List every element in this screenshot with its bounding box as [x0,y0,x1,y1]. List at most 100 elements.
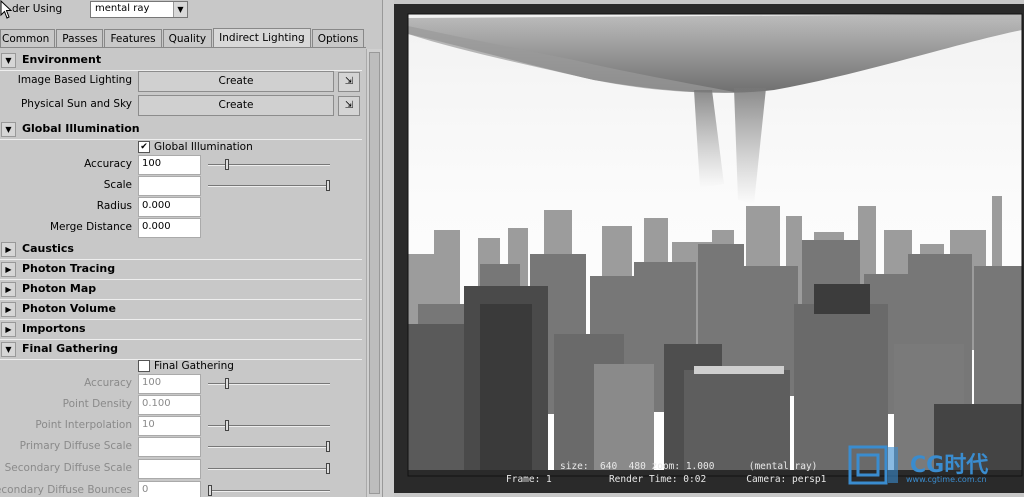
expand-triangle-icon[interactable]: ▶ [1,242,16,257]
slider-knob[interactable] [225,378,229,389]
row-fg-accuracy: Accuracy 100 [0,374,362,394]
connect-node-icon: ⇲ [344,76,354,87]
section-title: Photon Map [22,282,97,295]
section-photon-tracing[interactable]: ▶ Photon Tracing [0,261,362,280]
render-settings-panel: der Using mental ray ▼ Common Passes Fea… [0,0,382,497]
fg-secondary-diffuse-bounces-label: Secondary Diffuse Bounces [0,484,132,496]
section-title: Global Illumination [22,122,140,135]
indirect-lighting-content: ▼ Environment Image Based Lighting Creat… [0,49,364,497]
slider-knob[interactable] [208,485,212,496]
panel-scrollbar[interactable] [366,49,382,497]
render-stats-line-1: size: 640 480 zoom: 1.000 (mental ray) [560,461,818,472]
row-fg-point-interpolation: Point Interpolation 10 [0,416,362,436]
row-gi-accuracy: Accuracy 100 [0,155,362,175]
tab-features[interactable]: Features [104,29,162,48]
gi-merge-distance-field[interactable]: 0.000 [138,218,201,238]
fg-point-interpolation-label: Point Interpolation [35,419,132,431]
fg-point-density-label: Point Density [62,398,132,410]
row-physical-sun-sky: Physical Sun and Sky Create ⇲ [0,95,362,116]
connect-node-icon: ⇲ [344,100,354,111]
section-title: Photon Tracing [22,262,116,275]
gi-scale-swatch[interactable] [138,176,201,196]
section-title: Photon Volume [22,302,116,315]
row-gi-scale: Scale [0,176,362,196]
section-rule [0,339,362,340]
cgtime-logo-icon [848,445,898,485]
expand-triangle-icon[interactable]: ▶ [1,282,16,297]
fg-point-interpolation-field[interactable]: 10 [138,416,201,436]
tab-common[interactable]: Common [0,29,56,48]
ibl-create-button[interactable]: Create [138,71,334,92]
gi-accuracy-label: Accuracy [84,158,132,170]
fg-point-density-field[interactable]: 0.100 [138,395,201,415]
renderer-dropdown[interactable]: mental ray ▼ [90,1,188,18]
section-title: Importons [22,322,86,335]
tab-passes[interactable]: Passes [56,29,104,48]
gi-radius-field[interactable]: 0.000 [138,197,201,217]
slider-knob[interactable] [326,441,330,452]
image-based-lighting-label: Image Based Lighting [17,74,132,86]
gi-scale-slider[interactable] [208,180,330,191]
sun-sky-map-button[interactable]: ⇲ [338,96,360,116]
fg-secondary-diffuse-swatch[interactable] [138,459,201,479]
fg-checkbox[interactable] [138,360,150,372]
gi-radius-label: Radius [96,200,132,212]
render-stats-line-2: Frame: 1 Render Time: 0:02 Camera: persp… [506,474,827,485]
fg-point-interpolation-slider[interactable] [208,420,330,431]
tab-options[interactable]: Options [311,29,365,48]
gi-accuracy-field[interactable]: 100 [138,155,201,175]
fg-primary-diffuse-scale-label: Primary Diffuse Scale [19,440,132,452]
rendered-city-image [407,13,1023,477]
collapse-triangle-icon[interactable]: ▼ [1,342,16,357]
expand-triangle-icon[interactable]: ▶ [1,262,16,277]
physical-sun-sky-label: Physical Sun and Sky [20,98,132,110]
render-using-label: der Using [12,3,63,15]
expand-triangle-icon[interactable]: ▶ [1,322,16,337]
gi-accuracy-slider[interactable] [208,159,330,170]
row-gi-merge-distance: Merge Distance 0.000 [0,218,362,238]
slider-knob[interactable] [326,180,330,191]
section-global-illumination[interactable]: ▼ Global Illumination [0,121,362,140]
settings-tabs: Common Passes Features Quality Indirect … [0,28,365,48]
section-caustics[interactable]: ▶ Caustics [0,241,362,260]
tab-quality[interactable]: Quality [162,29,213,48]
tab-indirect-lighting[interactable]: Indirect Lighting [213,28,311,48]
collapse-triangle-icon[interactable]: ▼ [1,122,16,137]
expand-triangle-icon[interactable]: ▶ [1,302,16,317]
section-title: Final Gathering [22,342,119,355]
fg-secondary-diffuse-slider[interactable] [208,463,330,474]
fg-secondary-diffuse-scale-label: Secondary Diffuse Scale [4,462,132,474]
gi-scale-label: Scale [103,179,132,191]
section-rule [0,299,362,300]
fg-primary-diffuse-slider[interactable] [208,441,330,452]
ibl-map-button[interactable]: ⇲ [338,72,360,92]
row-gi-radius: Radius 0.000 [0,197,362,217]
cgtime-watermark: CG时代 www.cgtime.com.cn [846,443,1016,489]
scrollbar-thumb[interactable] [369,52,380,494]
gi-checkbox[interactable]: ✔ [138,141,150,153]
sun-sky-create-button[interactable]: Create [138,95,334,116]
section-title: Caustics [22,242,74,255]
fg-accuracy-field[interactable]: 100 [138,374,201,394]
slider-knob[interactable] [225,159,229,170]
section-rule [0,259,362,260]
section-photon-volume[interactable]: ▶ Photon Volume [0,301,362,320]
collapse-triangle-icon[interactable]: ▼ [1,53,16,68]
row-image-based-lighting: Image Based Lighting Create ⇲ [0,71,362,92]
pane-divider[interactable] [382,0,394,497]
gi-merge-distance-label: Merge Distance [49,221,132,233]
fg-primary-diffuse-swatch[interactable] [138,437,201,457]
fg-accuracy-slider[interactable] [208,378,330,389]
row-fg-point-density: Point Density 0.100 [0,395,362,415]
fg-secondary-diffuse-bounces-field[interactable]: 0 [138,481,201,497]
fg-secondary-diffuse-bounces-slider[interactable] [208,485,330,496]
gi-checkbox-label: Global Illumination [154,141,253,153]
chevron-down-icon[interactable]: ▼ [173,2,187,17]
section-environment[interactable]: ▼ Environment [0,52,362,71]
section-importons[interactable]: ▶ Importons [0,321,362,340]
slider-knob[interactable] [225,420,229,431]
slider-knob[interactable] [326,463,330,474]
section-photon-map[interactable]: ▶ Photon Map [0,281,362,300]
fg-checkbox-label: Final Gathering [154,360,234,372]
section-final-gathering[interactable]: ▼ Final Gathering [0,341,362,360]
